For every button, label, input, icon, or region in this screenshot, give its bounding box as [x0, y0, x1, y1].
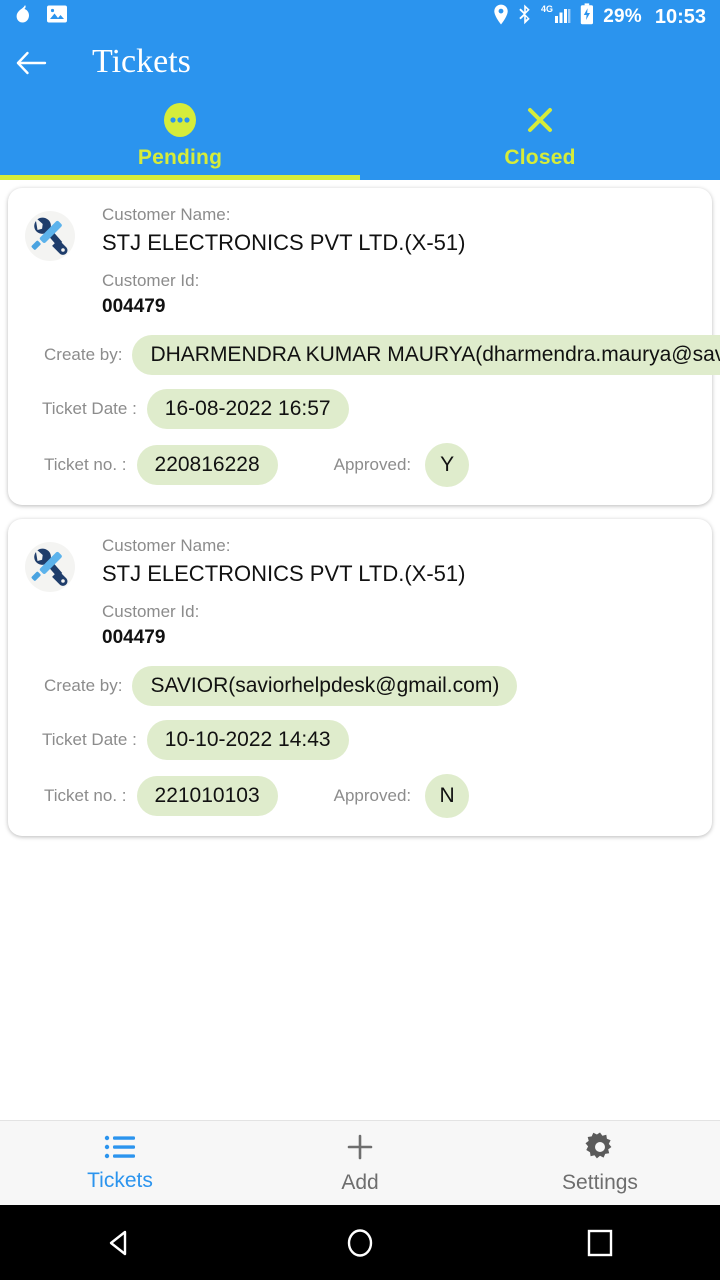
home-circle-icon[interactable]	[240, 1226, 480, 1260]
ticket-no-value: 221010103	[136, 775, 278, 816]
ticket-no-row: Ticket no. : 220816228 Approved: Y	[22, 442, 698, 487]
ticket-no-label: Ticket no. :	[44, 454, 127, 474]
tab-pending[interactable]: Pending	[0, 96, 360, 180]
tab-pending-label: Pending	[137, 146, 223, 169]
nav-item-tickets-label: Tickets	[87, 1168, 153, 1192]
back-arrow-icon	[15, 50, 49, 81]
status-bar-left-icons	[14, 3, 68, 31]
droplet-icon	[14, 3, 34, 31]
nav-item-add-label: Add	[341, 1170, 379, 1194]
nav-item-add[interactable]: Add	[240, 1132, 480, 1195]
status-bar: 4G 29% 10:53	[0, 0, 720, 34]
back-button[interactable]	[0, 34, 64, 96]
create-by-row: Create by: DHARMENDRA KUMAR MAURYA(dharm…	[22, 334, 720, 375]
ticket-date-row: Ticket Date : 16-08-2022 16:57	[22, 388, 698, 429]
tab-active-indicator	[0, 175, 360, 180]
recents-square-icon[interactable]	[480, 1228, 720, 1258]
tools-wrench-screwdriver-icon	[22, 208, 78, 264]
status-bar-right-icons: 4G 29% 10:53	[493, 3, 706, 31]
bottom-navigation: Tickets Add Settings	[0, 1120, 720, 1205]
ticket-no-value: 220816228	[136, 444, 278, 485]
customer-id-value: 004479	[102, 296, 166, 318]
approved-label: Approved:	[333, 454, 412, 474]
ticket-list: Customer Name: STJ ELECTRONICS PVT LTD.(…	[0, 180, 720, 836]
create-by-value: DHARMENDRA KUMAR MAURYA(dharmendra.maury…	[132, 334, 720, 375]
ticket-card[interactable]: Customer Name: STJ ELECTRONICS PVT LTD.(…	[8, 518, 712, 836]
approved-value: Y	[425, 442, 470, 487]
android-system-nav	[0, 1205, 720, 1280]
bluetooth-icon	[518, 4, 532, 31]
ticket-no-label: Ticket no. :	[44, 785, 127, 805]
ticket-customer-block: Customer Name: STJ ELECTRONICS PVT LTD.(…	[102, 533, 465, 652]
battery-percent-label: 29%	[603, 6, 642, 27]
tab-closed[interactable]: Closed	[360, 96, 720, 180]
customer-name-value: STJ ELECTRONICS PVT LTD.(X-51)	[102, 230, 466, 256]
ticket-date-label: Ticket Date :	[42, 398, 137, 418]
customer-name-value: STJ ELECTRONICS PVT LTD.(X-51)	[102, 561, 466, 587]
customer-name-label: Customer Name:	[102, 535, 231, 555]
ticket-date-value: 10-10-2022 14:43	[146, 719, 349, 760]
location-pin-icon	[493, 4, 509, 31]
close-x-icon	[523, 100, 557, 140]
app-bar-top-row: Tickets	[0, 34, 720, 96]
ticket-no-row: Ticket no. : 221010103 Approved: N	[22, 773, 698, 818]
customer-id-label: Customer Id:	[102, 602, 200, 621]
customer-id-label: Customer Id:	[102, 271, 200, 291]
customer-id-value: 004479	[102, 627, 166, 649]
back-triangle-icon[interactable]	[0, 1226, 240, 1260]
nav-item-settings-label: Settings	[562, 1170, 638, 1194]
battery-charging-icon	[580, 3, 594, 31]
tab-closed-label: Closed	[504, 146, 576, 169]
app-bar: Tickets Pending Closed	[0, 34, 720, 180]
customer-name-label: Customer Name:	[102, 205, 231, 224]
ticket-date-row: Ticket Date : 10-10-2022 14:43	[22, 719, 698, 760]
clock-label: 10:53	[654, 5, 706, 28]
image-icon	[46, 3, 68, 31]
ticket-card[interactable]: Customer Name: STJ ELECTRONICS PVT LTD.(…	[8, 188, 720, 505]
list-icon	[104, 1134, 136, 1165]
svg-text:4G: 4G	[541, 4, 553, 14]
create-by-label: Create by:	[44, 675, 123, 695]
ticket-card-header: Customer Name: STJ ELECTRONICS PVT LTD.(…	[22, 533, 698, 652]
pending-dots-icon	[161, 100, 199, 140]
tab-bar: Pending Closed	[0, 96, 720, 180]
page-title: Tickets	[92, 43, 191, 80]
approved-value: N	[425, 773, 470, 818]
create-by-label: Create by:	[44, 344, 123, 364]
ticket-date-value: 16-08-2022 16:57	[146, 388, 349, 429]
ticket-customer-block: Customer Name: STJ ELECTRONICS PVT LTD.(…	[102, 202, 465, 321]
ticket-card-header: Customer Name: STJ ELECTRONICS PVT LTD.(…	[22, 202, 698, 321]
plus-icon	[344, 1132, 376, 1167]
nav-item-settings[interactable]: Settings	[480, 1132, 720, 1195]
ticket-date-label: Ticket Date :	[42, 729, 137, 749]
create-by-value: SAVIOR(saviorhelpdesk@gmail.com)	[132, 665, 518, 706]
gear-icon	[585, 1132, 615, 1167]
tools-wrench-screwdriver-icon	[22, 539, 78, 595]
create-by-row: Create by: SAVIOR(saviorhelpdesk@gmail.c…	[22, 665, 698, 706]
approved-label: Approved:	[333, 785, 412, 805]
nav-item-tickets[interactable]: Tickets	[0, 1134, 240, 1193]
signal-4g-icon: 4G	[541, 3, 571, 31]
